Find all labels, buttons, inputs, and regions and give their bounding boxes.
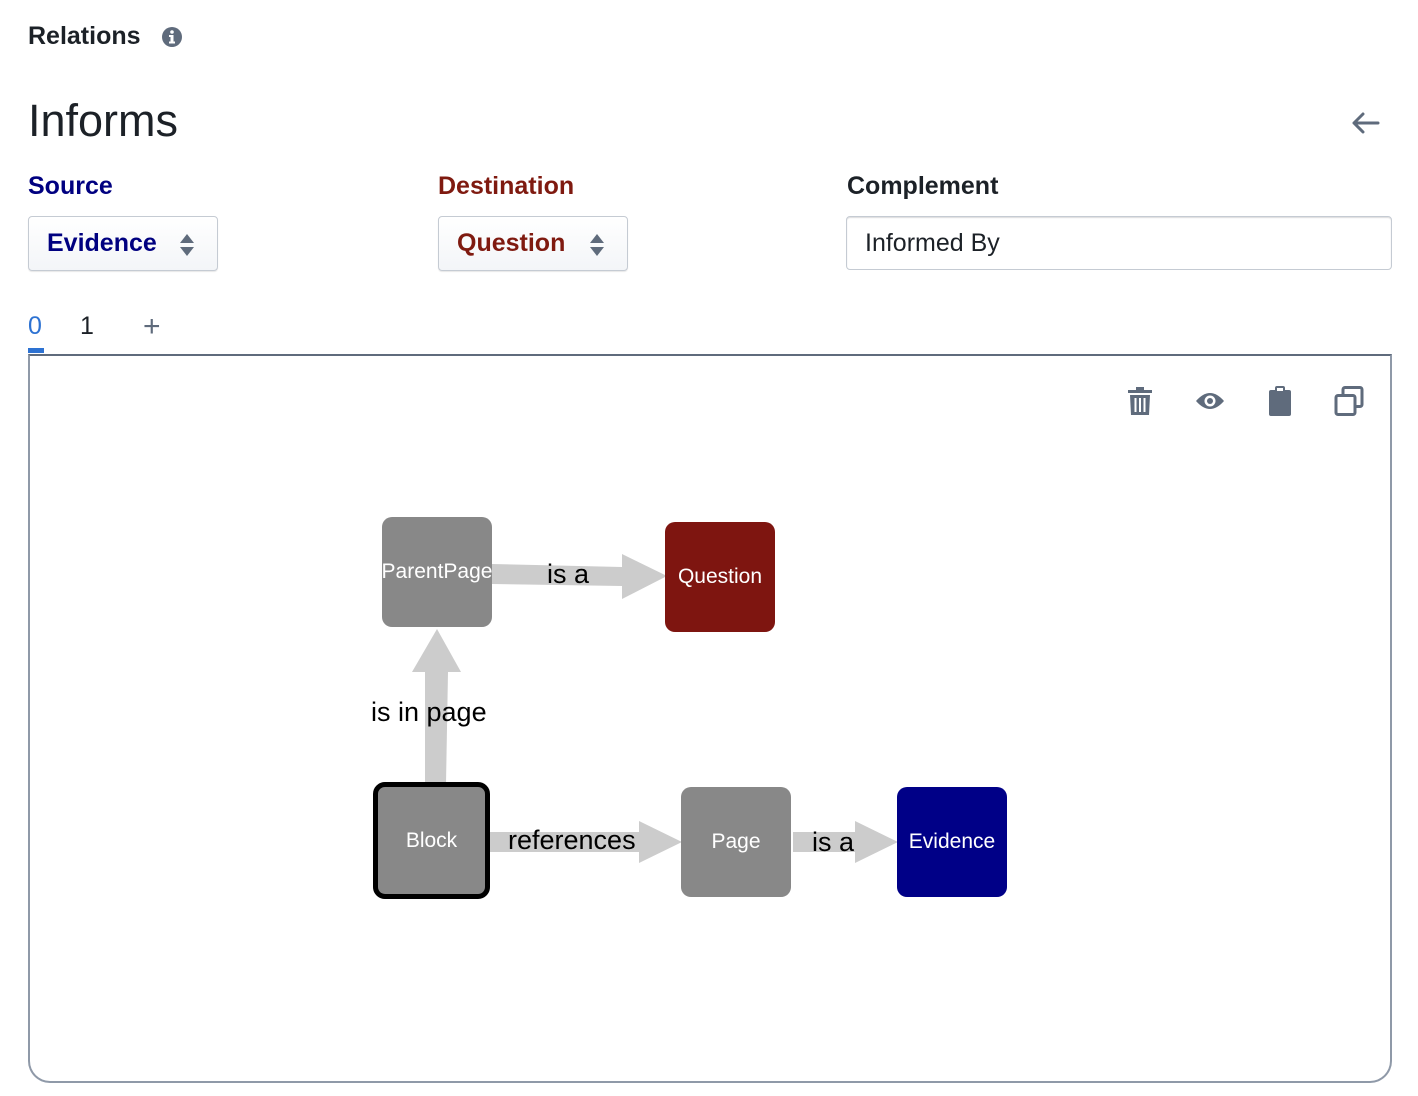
edge-label-page-is-a: is a — [812, 827, 855, 857]
tab-0[interactable]: 0 — [28, 312, 42, 341]
relation-title: Informs — [28, 95, 179, 146]
node-evidence[interactable]: Evidence — [897, 787, 1007, 897]
double-caret-icon — [590, 234, 604, 256]
destination-label: Destination — [438, 172, 575, 200]
source-select-value: Evidence — [47, 229, 157, 257]
arrow-left-icon — [1352, 112, 1380, 134]
active-tab-indicator — [28, 348, 44, 353]
graph-canvas[interactable]: is a is in page references is a ParentPa… — [28, 354, 1392, 1083]
source-label: Source — [28, 172, 113, 200]
edge-label-is-in-page: is in page — [371, 697, 487, 727]
destination-select[interactable]: Question — [438, 216, 628, 271]
edge-label-parent-is-a: is a — [547, 559, 590, 589]
back-button[interactable] — [1345, 105, 1385, 141]
info-icon[interactable] — [161, 26, 183, 48]
node-label: Page — [711, 830, 761, 853]
node-parentpage[interactable]: ParentPage — [382, 517, 492, 627]
node-question[interactable]: Question — [665, 522, 775, 632]
node-page[interactable]: Page — [681, 787, 791, 897]
relations-header: Relations — [28, 22, 183, 51]
node-label: Block — [405, 828, 458, 852]
node-label: Question — [677, 565, 763, 588]
destination-select-value: Question — [457, 229, 566, 257]
edge-label-references: references — [508, 825, 636, 855]
section-title: Relations — [28, 22, 141, 50]
tab-1[interactable]: 1 — [80, 312, 94, 341]
source-select[interactable]: Evidence — [28, 216, 218, 271]
complement-input[interactable] — [846, 216, 1392, 270]
node-label: ParentPage — [382, 560, 492, 583]
node-label: Evidence — [908, 830, 996, 853]
complement-label: Complement — [847, 172, 999, 200]
add-tab-button[interactable]: + — [143, 310, 161, 344]
double-caret-icon — [180, 234, 194, 256]
node-block[interactable]: Block — [373, 782, 490, 899]
graph-edges — [412, 554, 898, 863]
